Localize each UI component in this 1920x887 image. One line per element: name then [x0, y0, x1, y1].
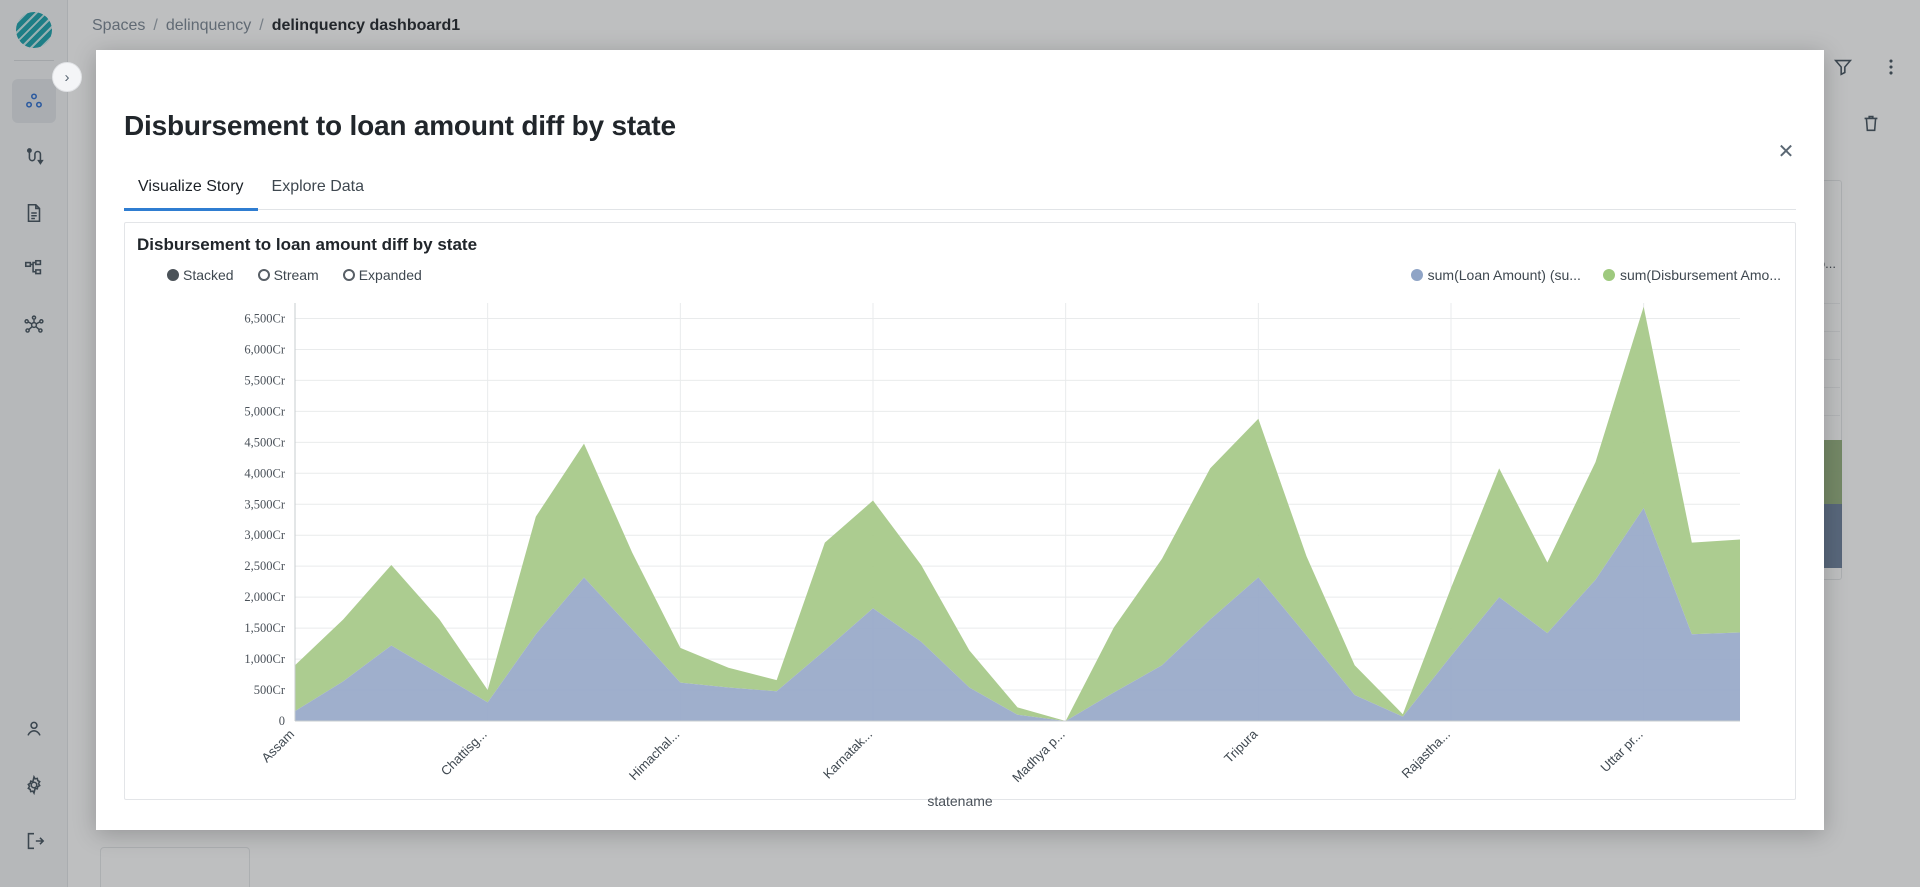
- x-axis-tick-label: Rajastha...: [1399, 727, 1454, 782]
- y-axis-tick-label: 2,500Cr: [244, 559, 285, 573]
- close-icon[interactable]: ✕: [1772, 138, 1800, 166]
- y-axis-tick-label: 1,000Cr: [244, 652, 285, 666]
- radio-dot-icon: [342, 269, 355, 281]
- tab-visualize-story[interactable]: Visualize Story: [124, 172, 258, 211]
- chart-plot-area[interactable]: 6,500Cr 6,000Cr 5,500Cr 5,000Cr 4,500Cr 4,000…: [125, 295, 1795, 809]
- chart-title: Disbursement to loan amount diff by stat…: [137, 235, 478, 254]
- y-axis-tick-label: 2,000Cr: [244, 590, 285, 604]
- y-axis-tick-label: 5,000Cr: [244, 404, 285, 418]
- x-axis-tick-label: Karnatak...: [820, 727, 875, 782]
- legend-item-disbursement-amount[interactable]: sum(Disbursement Amo...: [1602, 267, 1781, 283]
- radio-expanded[interactable]: Expanded: [342, 267, 422, 283]
- y-axis-tick-label: 500Cr: [254, 683, 286, 697]
- modal-title: Disbursement to loan amount diff by stat…: [124, 110, 676, 141]
- chart-mode-radio-group: Stacked Stream Expanded: [167, 267, 422, 283]
- y-axis-tick-label: 3,500Cr: [244, 497, 285, 511]
- legend-label-disbursement-amount: sum(Disbursement Amo...: [1619, 267, 1781, 283]
- x-axis-tick-label: Uttar pr...: [1597, 727, 1645, 775]
- radio-stacked-label: Stacked: [183, 267, 234, 283]
- y-axis-tick-label: 0: [279, 714, 285, 728]
- expand-sidebar-button[interactable]: ›: [52, 62, 82, 92]
- legend-swatch-icon: [1602, 269, 1615, 281]
- y-axis-tick-label: 4,000Cr: [244, 466, 285, 480]
- y-axis-tick-label: 3,000Cr: [244, 528, 285, 542]
- y-axis-tick-label: 6,500Cr: [244, 311, 285, 325]
- legend-label-loan-amount: sum(Loan Amount) (su...: [1427, 267, 1581, 283]
- x-axis-tick-label: Himachal...: [626, 727, 683, 784]
- stacked-area-svg: 6,500Cr 6,000Cr 5,500Cr 5,000Cr 4,500Cr 4,000…: [244, 303, 1740, 786]
- chart-card: Disbursement to loan amount diff by stat…: [124, 222, 1796, 809]
- radio-stream[interactable]: Stream: [257, 267, 319, 283]
- x-axis-tick-label: Tripura: [1221, 726, 1261, 766]
- x-axis-title: statename: [927, 793, 993, 809]
- y-axis-tick-label: 1,500Cr: [244, 621, 285, 635]
- y-axis-tick-label: 5,500Cr: [244, 373, 285, 387]
- tab-explore-data[interactable]: Explore Data: [258, 172, 379, 211]
- radio-expanded-label: Expanded: [358, 267, 422, 283]
- chart-legend: sum(Loan Amount) (su... sum(Disbursement…: [1410, 267, 1781, 283]
- y-axis-tick-label: 4,500Cr: [244, 435, 285, 449]
- radio-dot-icon: [257, 269, 270, 281]
- x-axis-tick-label: Chattisg...: [438, 727, 490, 779]
- radio-stream-label: Stream: [273, 267, 319, 283]
- visualize-modal: Disbursement to loan amount diff by stat…: [96, 50, 1824, 830]
- radio-dot-icon: [167, 269, 179, 281]
- modal-tabs: Visualize Story Explore Data: [124, 172, 1796, 211]
- legend-item-loan-amount[interactable]: sum(Loan Amount) (su...: [1410, 267, 1581, 283]
- x-axis-tick-label: Assam: [258, 727, 297, 766]
- y-axis-tick-label: 6,000Cr: [244, 342, 285, 356]
- radio-stacked[interactable]: Stacked: [167, 267, 234, 283]
- x-axis-tick-label: Madhya p...: [1009, 727, 1068, 786]
- legend-swatch-icon: [1410, 269, 1423, 281]
